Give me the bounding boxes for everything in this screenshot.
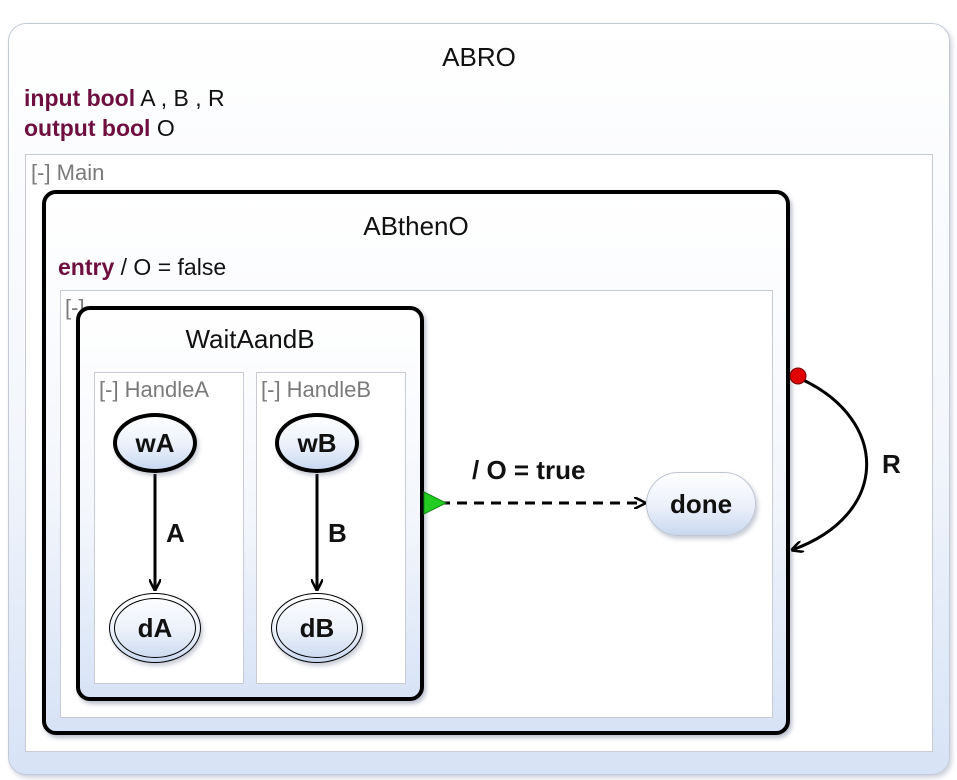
state-da[interactable]: dA (109, 593, 201, 663)
transition-wa-da-label: A (166, 518, 185, 548)
transition-layer (0, 367, 869, 780)
transition-reset[interactable] (792, 377, 869, 550)
state-done[interactable]: done (646, 472, 756, 536)
state-db-label: dB (299, 612, 335, 643)
state-db[interactable]: dB (271, 593, 363, 663)
state-wa-label: wA (135, 427, 175, 458)
strong-abort-dot-icon (789, 367, 807, 385)
state-done-label: done (669, 488, 733, 519)
transition-termination-label: / O = true (472, 455, 586, 485)
state-wa[interactable]: wA (113, 413, 197, 473)
transition-wb-db-label: B (328, 518, 347, 548)
state-wb[interactable]: wB (275, 413, 359, 473)
termination-marker-icon (423, 491, 448, 515)
state-da-label: dA (137, 612, 173, 643)
state-wb-label: wB (297, 427, 337, 458)
transition-reset-label: R (882, 449, 901, 479)
